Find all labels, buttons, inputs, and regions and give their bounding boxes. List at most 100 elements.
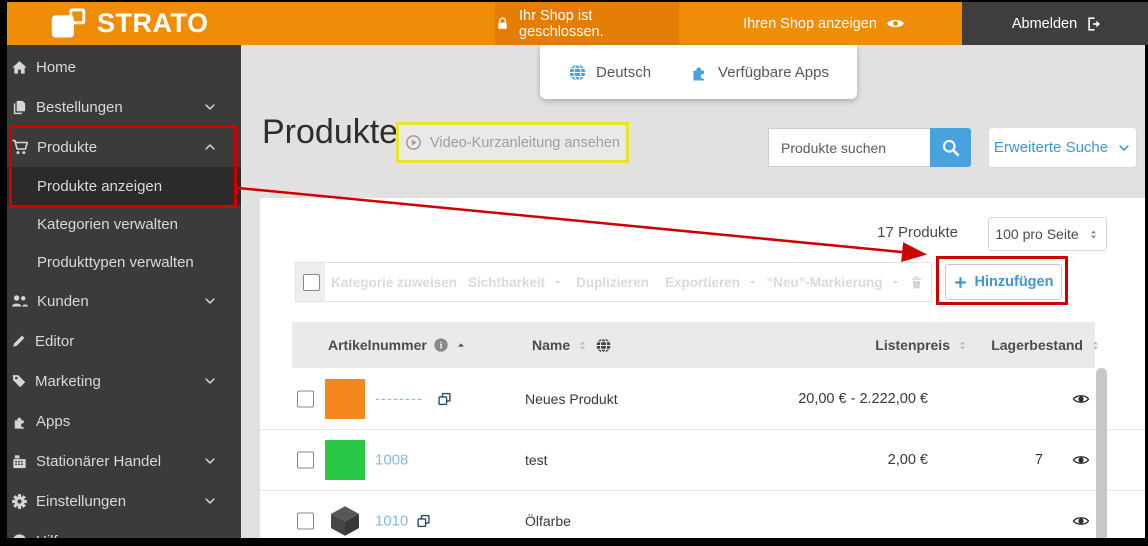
panel-scrollbar[interactable]	[1096, 368, 1107, 538]
table-row: -------- Neues Produkt 20,00 € - 2.222,0…	[260, 368, 1145, 430]
topbar: STRATO Ihr Shop ist geschlossen. Ihren S…	[7, 2, 1148, 45]
product-number-link[interactable]: 1008	[375, 451, 408, 468]
product-thumbnail-green[interactable]	[325, 439, 365, 480]
sidebar-item-produkte-anzeigen[interactable]: Produkte anzeigen	[7, 167, 241, 205]
search-input[interactable]	[768, 128, 930, 167]
package-icon[interactable]	[328, 504, 362, 538]
column-label: Listenpreis	[875, 337, 950, 353]
shop-closed-label: Ihr Shop ist geschlossen.	[519, 7, 604, 40]
per-page-value: 100 pro Seite	[995, 226, 1079, 242]
table-row: 1008 test 2,00 € 7	[260, 429, 1145, 491]
sidebar-item-label: Editor	[35, 332, 75, 350]
visibility-eye-icon[interactable]	[1072, 512, 1090, 530]
column-header-name[interactable]: Name	[532, 322, 612, 368]
product-number-link[interactable]: 1010	[375, 512, 408, 529]
stepper-icon	[1087, 228, 1100, 241]
sidebar-item-label: Kunden	[37, 292, 89, 310]
sidebar-item-apps[interactable]: Apps	[7, 401, 241, 441]
plus-icon	[954, 276, 967, 289]
chevron-down-icon	[203, 100, 217, 114]
toolbar-button-label: Sichtbarkeit	[467, 274, 546, 290]
sort-icon[interactable]	[576, 339, 589, 352]
product-number-link[interactable]: --------	[375, 390, 423, 407]
sidebar-nav: Home Bestellungen Produkte Produkte anze…	[7, 45, 241, 538]
product-thumbnail-orange[interactable]	[325, 378, 365, 419]
column-header-lagerbestand[interactable]: Lagerbestand	[980, 322, 1102, 368]
caret-down-icon	[747, 277, 758, 288]
eye-icon	[886, 14, 905, 33]
column-header-artikelnummer[interactable]: Artikelnummer	[328, 322, 467, 368]
visibility-button[interactable]: Sichtbarkeit	[463, 262, 569, 302]
column-header-listenpreis[interactable]: Listenpreis	[847, 322, 969, 368]
row-checkbox[interactable]	[297, 512, 314, 529]
chevron-down-icon	[203, 454, 217, 468]
delete-button[interactable]	[901, 262, 932, 302]
sidebar-item-label: Apps	[36, 412, 71, 430]
language-menu-item[interactable]: Deutsch	[568, 63, 651, 82]
sidebar-item-kategorien-verwalten[interactable]: Kategorien verwalten	[7, 205, 241, 243]
select-all-checkbox[interactable]	[302, 273, 320, 291]
assign-category-button[interactable]: Kategorie zuweisen	[325, 262, 464, 302]
strato-logo[interactable]: STRATO	[48, 2, 209, 45]
pencil-icon	[11, 333, 27, 349]
product-name: test	[525, 451, 548, 468]
column-label: Lagerbestand	[991, 337, 1083, 353]
copy-icon[interactable]	[437, 391, 452, 406]
view-shop-button[interactable]: Ihren Shop anzeigen	[679, 2, 969, 45]
cart-icon	[11, 138, 29, 156]
sidebar-item-label: Produkte anzeigen	[37, 177, 163, 195]
sidebar-item-kunden[interactable]: Kunden	[7, 281, 241, 321]
toolbar-button-label: “Neu”-Markierung	[766, 274, 883, 290]
row-checkbox[interactable]	[297, 451, 314, 468]
sidebar-item-hilfe[interactable]: Hilfe	[7, 521, 241, 538]
play-circle-icon	[405, 134, 422, 151]
add-product-button[interactable]: Hinzufügen	[945, 264, 1062, 300]
duplicate-button[interactable]: Duplizieren	[568, 262, 658, 302]
sort-asc-icon[interactable]	[455, 339, 467, 351]
sidebar-item-bestellungen[interactable]: Bestellungen	[7, 87, 241, 127]
strato-logo-icon	[51, 7, 86, 38]
advanced-search-button[interactable]: Erweiterte Suche	[988, 127, 1137, 168]
shop-closed-status[interactable]: Ihr Shop ist geschlossen.	[495, 2, 679, 45]
sidebar-item-home[interactable]: Home	[7, 47, 241, 87]
product-stock: 7	[1034, 451, 1043, 468]
sidebar-item-label: Bestellungen	[36, 98, 123, 116]
toolbar-button-label: Duplizieren	[576, 274, 649, 290]
product-list-panel: 17 Produkte 100 pro Seite Kategorie zuwe…	[260, 198, 1145, 538]
visibility-eye-icon[interactable]	[1072, 451, 1090, 469]
sidebar-item-label: Einstellungen	[36, 492, 127, 510]
product-price: 20,00 € - 2.222,00 €	[798, 390, 928, 407]
sort-icon[interactable]	[956, 339, 969, 352]
video-tutorial-link[interactable]: Video-Kurzanleitung ansehen	[396, 122, 629, 163]
sidebar-item-label: Stationärer Handel	[36, 452, 162, 470]
logout-button[interactable]: Abmelden	[962, 2, 1148, 45]
chevron-down-icon	[1117, 141, 1131, 155]
lock-icon	[495, 16, 510, 31]
puzzle-icon	[11, 413, 28, 430]
available-apps-menu-item[interactable]: Verfügbare Apps	[689, 62, 829, 82]
export-button[interactable]: Exportieren	[657, 262, 767, 302]
sidebar-item-stationaerer-handel[interactable]: Stationärer Handel	[7, 441, 241, 481]
orders-icon	[11, 99, 28, 116]
sidebar-item-produkte[interactable]: Produkte	[7, 127, 241, 167]
sidebar-item-marketing[interactable]: Marketing	[7, 361, 241, 401]
sidebar-item-produkttypen-verwalten[interactable]: Produkttypen verwalten	[7, 243, 241, 281]
search-button[interactable]	[930, 128, 971, 167]
tag-icon	[11, 373, 27, 389]
copy-icon[interactable]	[416, 513, 431, 528]
row-checkbox[interactable]	[297, 390, 314, 407]
caret-down-icon	[890, 277, 901, 288]
chevron-down-icon	[203, 494, 217, 508]
sidebar-item-editor[interactable]: Editor	[7, 321, 241, 361]
users-icon	[11, 292, 29, 310]
info-icon[interactable]	[433, 337, 449, 353]
sidebar-item-einstellungen[interactable]: Einstellungen	[7, 481, 241, 521]
visibility-eye-icon[interactable]	[1072, 390, 1090, 408]
sort-icon[interactable]	[1089, 339, 1102, 352]
caret-down-icon	[552, 277, 563, 288]
sidebar-item-label: Home	[36, 58, 77, 76]
add-product-label: Hinzufügen	[974, 274, 1054, 290]
language-label: Deutsch	[596, 63, 652, 81]
per-page-select[interactable]: 100 pro Seite	[988, 217, 1107, 251]
new-flag-button[interactable]: “Neu”-Markierung	[766, 262, 902, 302]
